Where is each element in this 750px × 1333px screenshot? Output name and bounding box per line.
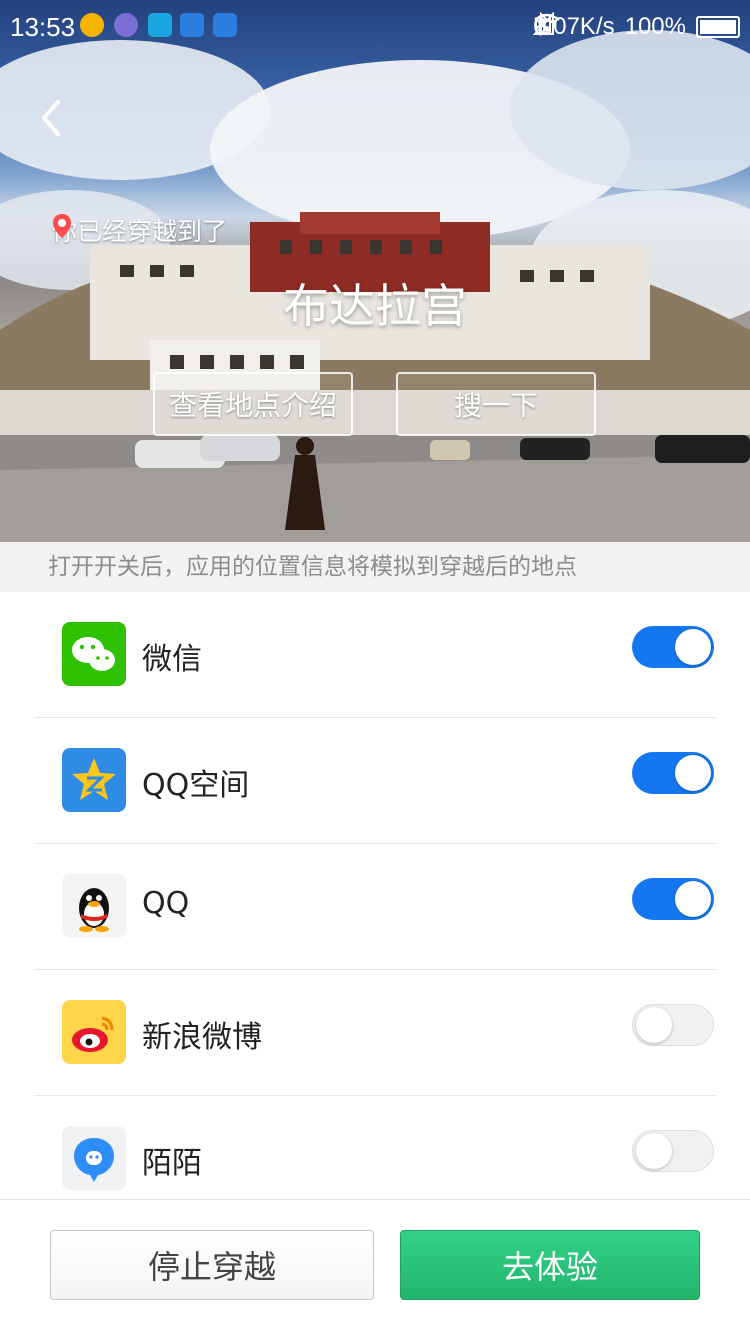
momo-toggle[interactable] <box>632 1130 714 1172</box>
toggle-knob <box>675 881 711 917</box>
view-place-intro-button[interactable]: 查看地点介绍 <box>153 372 353 436</box>
qq-icon <box>62 874 126 938</box>
status-bar: 13:53 0.07K/s 100% <box>0 0 750 54</box>
toggle-knob <box>636 1133 672 1169</box>
list-item-momo[interactable]: 陌陌 <box>0 1096 750 1199</box>
qzone-toggle[interactable] <box>632 752 714 794</box>
app-name: 新浪微博 <box>142 1020 262 1055</box>
wechat-icon <box>62 622 126 686</box>
bluetooth-app-icon <box>213 13 237 37</box>
location-hint: 你已经穿越到了 <box>52 212 227 248</box>
weibo-icon <box>62 1000 126 1064</box>
browser-app-icon <box>114 13 138 37</box>
go-experience-button[interactable]: 去体验 <box>400 1230 700 1300</box>
search-button[interactable]: 搜一下 <box>396 372 596 436</box>
qzone-icon <box>62 748 126 812</box>
signal-icon <box>533 12 555 35</box>
list-item-qzone[interactable]: QQ空间 <box>0 718 750 844</box>
momo-icon <box>62 1126 126 1190</box>
weibo-toggle[interactable] <box>632 1004 714 1046</box>
plus-app-icon <box>80 13 104 37</box>
app-name: 微信 <box>142 642 202 677</box>
bluetooth-app-icon <box>180 13 204 37</box>
place-title: 布达拉宫 <box>283 279 467 333</box>
wechat-toggle[interactable] <box>632 626 714 668</box>
app-name: QQ <box>142 886 190 921</box>
info-bar: 打开开关后，应用的位置信息将模拟到穿越后的地点 <box>0 542 750 592</box>
battery-percent: 100% <box>624 13 686 40</box>
status-time: 13:53 <box>10 12 76 42</box>
list-item-wechat[interactable]: 微信 <box>0 592 750 718</box>
hero-banner: 13:53 0.07K/s 100% 你已经穿越到了 布达拉宫 查看地点介绍 搜… <box>0 0 750 542</box>
scan-app-icon <box>148 13 172 37</box>
location-hint-text: 你已经穿越到了 <box>52 217 228 246</box>
battery-icon <box>696 16 740 38</box>
chevron-left-icon <box>42 100 60 136</box>
status-right-group: 0.07K/s 100% <box>533 12 740 42</box>
list-item-weibo[interactable]: 新浪微博 <box>0 970 750 1096</box>
back-button[interactable] <box>28 92 76 144</box>
app-name: QQ空间 <box>142 768 250 803</box>
list-item-qq[interactable]: QQ <box>0 844 750 970</box>
toggle-knob <box>636 1007 672 1043</box>
qq-toggle[interactable] <box>632 878 714 920</box>
location-pin-icon <box>53 214 71 238</box>
app-name: 陌陌 <box>142 1146 202 1181</box>
toggle-knob <box>675 755 711 791</box>
stop-travel-button[interactable]: 停止穿越 <box>50 1230 374 1300</box>
toggle-knob <box>675 629 711 665</box>
bottom-action-bar: 停止穿越 去体验 <box>0 1199 750 1333</box>
